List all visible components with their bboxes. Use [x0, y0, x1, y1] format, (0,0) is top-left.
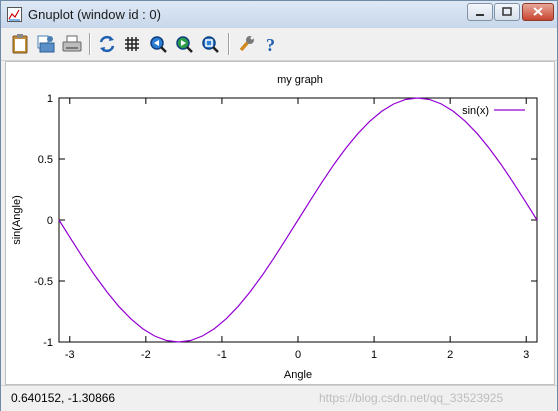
- x-tick-label: 1: [371, 349, 377, 361]
- axis-ticks: -3 -2 -1 0 1 2 3 -1 -0.5 0 0.5 1: [34, 93, 537, 361]
- save-icon: [62, 35, 82, 52]
- x-axis-label: Angle: [284, 369, 312, 381]
- printer-icon: [37, 35, 55, 53]
- toolbar: ?: [1, 28, 557, 61]
- sine-chart: my graph -3 -2 -1 0 1 2 3 -1 -0.5 0 0.5 1 sin(x) An…: [11, 74, 538, 381]
- zoom-previous-icon: [150, 36, 167, 53]
- legend-label: sin(x): [462, 105, 489, 117]
- x-tick-label: -3: [65, 349, 75, 361]
- grid-icon: [125, 37, 139, 51]
- replot-button[interactable]: [96, 33, 118, 55]
- help-button[interactable]: ?: [261, 33, 283, 55]
- cursor-coordinates: 0.640152, -1.30866: [11, 391, 116, 405]
- gnuplot-app-icon: [7, 7, 22, 22]
- save-button[interactable]: [61, 33, 83, 55]
- title-bar[interactable]: Gnuplot (window id : 0): [1, 1, 557, 28]
- gnuplot-window: Gnuplot (window id : 0) ? my graph -3 -2…: [0, 0, 558, 411]
- y-tick-label: 0.5: [38, 154, 53, 166]
- y-tick-label: 0: [47, 215, 53, 227]
- maximize-icon: [502, 7, 512, 16]
- clipboard-icon: [12, 34, 28, 54]
- series-line-sin: [58, 97, 538, 343]
- toolbar-separator: [89, 33, 91, 55]
- copy-to-clipboard-button[interactable]: [9, 33, 31, 55]
- options-button[interactable]: [235, 33, 257, 55]
- help-icon: ?: [266, 35, 275, 55]
- toolbar-separator: [228, 33, 230, 55]
- x-tick-label: 3: [523, 349, 529, 361]
- close-button[interactable]: [522, 3, 554, 21]
- legend: sin(x): [462, 105, 525, 117]
- x-tick-label: 2: [447, 349, 453, 361]
- toggle-grid-button[interactable]: [121, 33, 143, 55]
- zoom-previous-button[interactable]: [147, 33, 169, 55]
- minimize-icon: [476, 14, 484, 16]
- y-tick-label: -0.5: [34, 276, 53, 288]
- svg-text:?: ?: [266, 35, 275, 55]
- print-button[interactable]: [35, 33, 57, 55]
- x-tick-label: 0: [295, 349, 301, 361]
- zoom-next-button[interactable]: [173, 33, 195, 55]
- status-bar: 0.640152, -1.30866 https://blog.csdn.net…: [1, 385, 557, 411]
- maximize-button[interactable]: [494, 3, 520, 21]
- x-tick-label: -1: [217, 349, 227, 361]
- x-tick-label: -2: [141, 349, 151, 361]
- y-tick-label: -1: [43, 337, 53, 349]
- watermark: https://blog.csdn.net/qq_33523925: [319, 391, 504, 405]
- autoscale-button[interactable]: [199, 33, 221, 55]
- chart-title: my graph: [277, 74, 323, 86]
- zoom-fit-icon: [202, 36, 219, 53]
- close-icon: [533, 7, 543, 16]
- refresh-icon: [99, 35, 115, 53]
- y-tick-label: 1: [47, 93, 53, 105]
- window-title: Gnuplot (window id : 0): [28, 7, 161, 22]
- plot-canvas[interactable]: my graph -3 -2 -1 0 1 2 3 -1 -0.5 0 0.5 1 sin(x) An…: [5, 61, 555, 385]
- wrench-icon: [239, 36, 254, 52]
- zoom-next-icon: [176, 36, 193, 53]
- minimize-button[interactable]: [467, 3, 493, 21]
- y-axis-label: sin(Angle): [11, 195, 23, 245]
